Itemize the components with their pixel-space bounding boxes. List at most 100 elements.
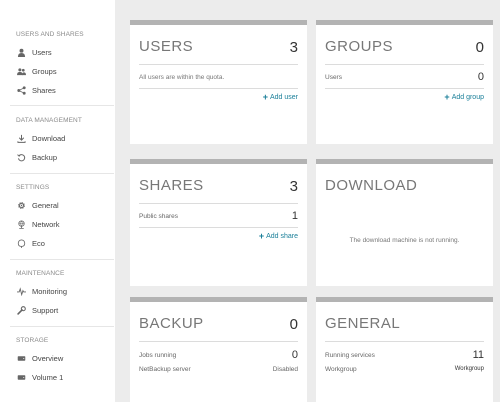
sidebar-item-groups[interactable]: Groups (16, 63, 112, 79)
sidebar-item-label: Eco (32, 238, 45, 248)
running-services-row: Running services 11 (325, 349, 484, 361)
card-title: USERS (139, 38, 194, 55)
row-value: 0 (291, 349, 298, 361)
card-divider (325, 64, 484, 65)
card-divider (139, 203, 298, 204)
shares-count: 3 (289, 178, 298, 195)
groups-card[interactable]: GROUPS 0 Users 0 + Add group (316, 20, 493, 144)
download-status-message: The download machine is not running. (349, 237, 460, 244)
sidebar-item-overview[interactable]: Overview (16, 350, 112, 366)
gear-icon (16, 200, 27, 211)
sidebar-item-eco[interactable]: Eco (16, 235, 112, 251)
add-group-label: Add group (451, 94, 484, 101)
users-card[interactable]: USERS 3 All users are within the quota. … (130, 20, 307, 144)
sidebar-item-shares[interactable]: Shares (16, 82, 112, 98)
download-icon (16, 133, 27, 144)
card-divider (325, 341, 484, 342)
sidebar-item-users[interactable]: Users (16, 44, 112, 60)
share-icon (16, 85, 27, 96)
users-count: 3 (289, 39, 298, 56)
drive-icon (16, 372, 27, 383)
sidebar-item-label: Overview (32, 353, 64, 363)
sidebar-section-settings: SETTINGS (16, 184, 50, 191)
card-divider (139, 88, 298, 89)
sidebar-item-support[interactable]: Support (16, 302, 112, 318)
backup-count: 0 (289, 316, 298, 333)
netbackup-server-row: NetBackup server Disabled (139, 363, 298, 375)
sidebar-item-label: Backup (32, 152, 58, 162)
network-icon (16, 219, 27, 230)
backup-icon (16, 152, 27, 163)
plus-icon: + (262, 92, 268, 102)
add-user-button[interactable]: + Add user (263, 93, 298, 102)
sidebar-section-data-management: DATA MANAGEMENT (16, 117, 82, 124)
download-card[interactable]: DOWNLOAD The download machine is not run… (316, 159, 493, 286)
card-divider (139, 64, 298, 65)
pulse-icon (16, 286, 27, 297)
eco-icon (16, 238, 27, 249)
shares-card[interactable]: SHARES 3 Public shares 1 + Add share (130, 159, 307, 286)
workgroup-row: Workgroup Workgroup (325, 363, 484, 375)
sidebar-item-label: Shares (32, 85, 56, 95)
row-value: 1 (291, 210, 298, 222)
row-value: 11 (472, 349, 484, 361)
card-divider (325, 88, 484, 89)
row-label: Workgroup (325, 365, 357, 373)
row-label: Jobs running (139, 351, 177, 359)
sidebar-item-backup[interactable]: Backup (16, 149, 112, 165)
row-label: Users (325, 73, 342, 81)
card-title: GROUPS (325, 38, 394, 55)
sidebar-item-label: Monitoring (32, 286, 68, 296)
sidebar-item-label: Groups (32, 66, 57, 76)
general-card[interactable]: GENERAL Running services 11 Workgroup Wo… (316, 297, 493, 402)
drive-icon (16, 353, 27, 364)
wrench-icon (16, 305, 27, 316)
groups-count: 0 (475, 39, 484, 56)
row-label: Public shares (139, 212, 179, 220)
add-user-label: Add user (269, 94, 298, 101)
card-title: BACKUP (139, 315, 204, 332)
group-icon (16, 66, 27, 77)
row-value: Disabled (272, 365, 298, 373)
card-title: DOWNLOAD (325, 177, 418, 194)
sidebar-section-storage: STORAGE (16, 337, 49, 344)
sidebar-item-label: Download (32, 133, 66, 143)
sidebar-item-download[interactable]: Download (16, 130, 112, 146)
jobs-running-row: Jobs running 0 (139, 349, 298, 361)
row-label: NetBackup server (139, 365, 191, 373)
sidebar-divider (10, 173, 114, 174)
dashboard: USERS 3 All users are within the quota. … (115, 0, 500, 402)
add-group-button[interactable]: + Add group (444, 93, 484, 102)
sidebar-item-network[interactable]: Network (16, 216, 112, 232)
backup-card[interactable]: BACKUP 0 Jobs running 0 NetBackup server… (130, 297, 307, 402)
plus-icon: + (258, 231, 265, 241)
sidebar-divider (10, 105, 114, 106)
public-shares-row: Public shares 1 (139, 210, 298, 222)
add-share-button[interactable]: + Add share (259, 232, 298, 241)
sidebar-item-label: Support (32, 305, 59, 315)
card-title: GENERAL (325, 315, 401, 332)
row-label: Running services (325, 351, 375, 359)
sidebar: USERS AND SHARES Users Groups Shares DAT… (0, 0, 114, 402)
plus-icon: + (444, 92, 450, 102)
sidebar-section-maintenance: MAINTENANCE (16, 270, 65, 277)
card-divider (139, 227, 298, 228)
sidebar-item-monitoring[interactable]: Monitoring (16, 283, 112, 299)
sidebar-item-label: Network (32, 219, 60, 229)
sidebar-divider (10, 259, 114, 260)
groups-users-row: Users 0 (325, 71, 484, 83)
user-icon (16, 47, 27, 58)
row-value: Workgroup (454, 366, 484, 372)
sidebar-section-users-and-shares: USERS AND SHARES (16, 31, 84, 38)
sidebar-divider (10, 326, 114, 327)
sidebar-item-general[interactable]: General (16, 197, 112, 213)
sidebar-item-volume-1[interactable]: Volume 1 (16, 369, 112, 385)
card-title: SHARES (139, 177, 204, 194)
users-quota-note: All users are within the quota. (139, 74, 225, 81)
add-share-label: Add share (266, 233, 298, 240)
sidebar-item-label: Users (32, 47, 52, 57)
row-value: 0 (477, 71, 484, 83)
card-divider (139, 341, 298, 342)
sidebar-item-label: General (32, 200, 59, 210)
sidebar-item-label: Volume 1 (32, 372, 64, 382)
